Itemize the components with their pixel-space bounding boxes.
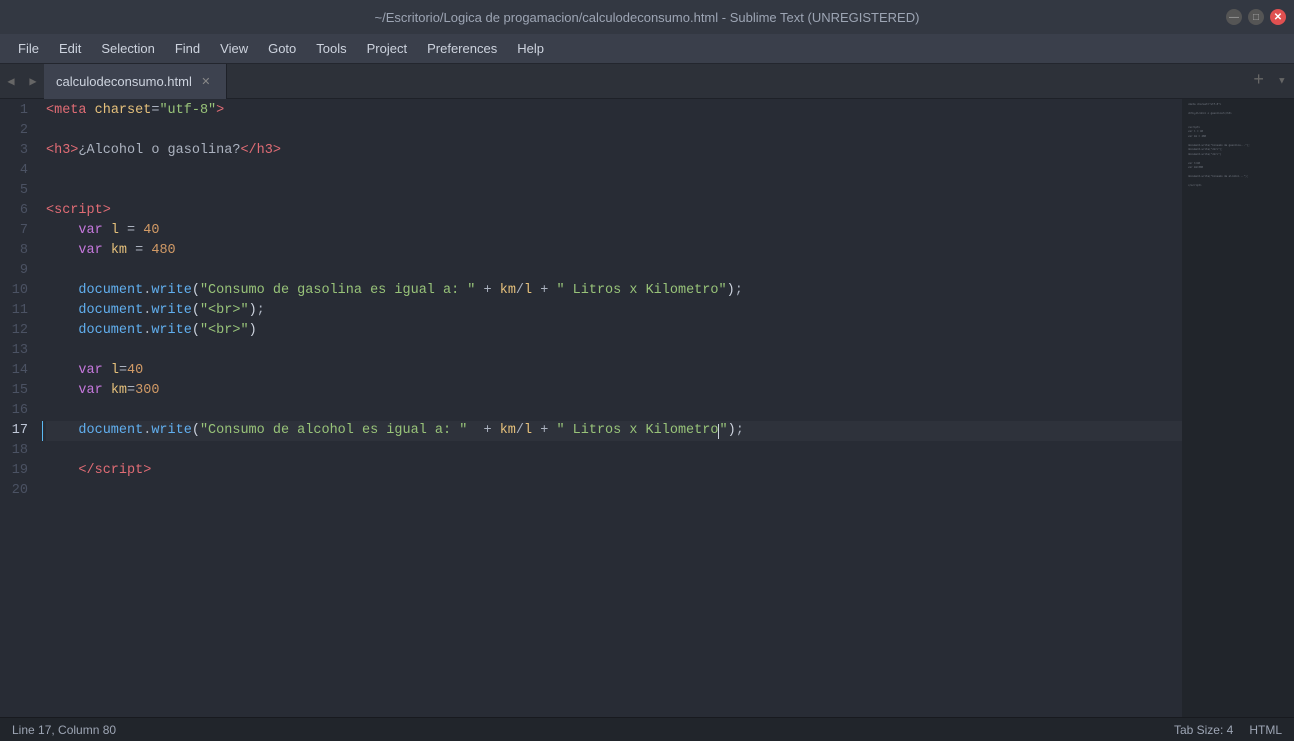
menu-help[interactable]: Help: [507, 37, 554, 60]
tab-size: Tab Size: 4: [1174, 723, 1233, 737]
code-line-16: [46, 401, 1182, 421]
mini-line-1: <meta charset="utf-8">: [1188, 103, 1276, 107]
code-line-13: [46, 341, 1182, 361]
line-num-12: 12: [10, 321, 28, 341]
mini-line-12: document.write("<br>"): [1188, 153, 1276, 157]
code-line-7: var l = 40: [46, 221, 1182, 241]
menu-edit[interactable]: Edit: [49, 37, 91, 60]
line-num-11: 11: [10, 301, 28, 321]
title-bar: ~/Escritorio/Logica de progamacion/calcu…: [0, 0, 1294, 34]
code-line-9: [46, 261, 1182, 281]
maximize-button[interactable]: □: [1248, 9, 1264, 25]
tab-close-icon[interactable]: ✕: [198, 73, 214, 89]
code-line-6: <script>: [46, 201, 1182, 221]
minimap: <meta charset="utf-8"> <h3>¿Alcohol o ga…: [1182, 99, 1282, 717]
mini-line-3: <h3>¿Alcohol o gasolina?</h3>: [1188, 112, 1276, 116]
mini-line-18: [1188, 180, 1276, 184]
tab-calculodeconsumo[interactable]: calculodeconsumo.html ✕: [44, 64, 227, 99]
mini-line-6: <script>: [1188, 126, 1276, 130]
code-area[interactable]: <meta charset="utf-8"> <h3>¿Alcohol o ga…: [42, 99, 1182, 717]
window-controls: — □ ✕: [1226, 9, 1286, 25]
code-line-4: [46, 161, 1182, 181]
code-line-19: </script>: [46, 461, 1182, 481]
mini-line-16: [1188, 171, 1276, 175]
tab-nav-left[interactable]: ◀: [0, 64, 22, 99]
window-title: ~/Escritorio/Logica de progamacion/calcu…: [375, 10, 920, 25]
code-line-20: [46, 481, 1182, 501]
mini-line-9: [1188, 139, 1276, 143]
active-line-indicator: [42, 421, 43, 441]
code-line-14: var l=40: [46, 361, 1182, 381]
mini-line-15: var km=300: [1188, 166, 1276, 170]
code-line-11: document.write("<br>");: [46, 301, 1182, 321]
minimize-button[interactable]: —: [1226, 9, 1242, 25]
cursor-position: Line 17, Column 80: [12, 723, 116, 737]
close-button[interactable]: ✕: [1270, 9, 1286, 25]
mini-line-4: [1188, 117, 1276, 121]
line-num-20: 20: [10, 481, 28, 501]
code-line-3: <h3>¿Alcohol o gasolina?</h3>: [46, 141, 1182, 161]
line-numbers: 1 2 3 4 5 6 7 8 9 10 11 12 13 14 15 16 1…: [0, 99, 42, 717]
mini-line-17: document.write("Consumo de alcohol...");: [1188, 175, 1276, 179]
status-right: Tab Size: 4 HTML: [1174, 723, 1282, 737]
tab-bar: ◀ ▶ calculodeconsumo.html ✕ + ▾: [0, 64, 1294, 99]
minimap-content: <meta charset="utf-8"> <h3>¿Alcohol o ga…: [1182, 99, 1282, 197]
line-num-19: 19: [10, 461, 28, 481]
line-num-18: 18: [10, 441, 28, 461]
mini-line-14: var l=40: [1188, 162, 1276, 166]
line-num-10: 10: [10, 281, 28, 301]
line-num-17: 17: [10, 421, 28, 441]
editor: 1 2 3 4 5 6 7 8 9 10 11 12 13 14 15 16 1…: [0, 99, 1294, 717]
line-num-15: 15: [10, 381, 28, 401]
line-num-6: 6: [10, 201, 28, 221]
line-num-14: 14: [10, 361, 28, 381]
line-num-5: 5: [10, 181, 28, 201]
line-num-8: 8: [10, 241, 28, 261]
line-num-1: 1: [10, 101, 28, 121]
mini-line-2: [1188, 108, 1276, 112]
code-line-18: [46, 441, 1182, 461]
line-num-13: 13: [10, 341, 28, 361]
tab-nav-right[interactable]: ▶: [22, 64, 44, 99]
line-num-2: 2: [10, 121, 28, 141]
menu-bar: File Edit Selection Find View Goto Tools…: [0, 34, 1294, 64]
line-num-16: 16: [10, 401, 28, 421]
mini-line-7: var l = 40: [1188, 130, 1276, 134]
code-line-10: document.write("Consumo de gasolina es i…: [46, 281, 1182, 301]
tab-label: calculodeconsumo.html: [56, 74, 192, 89]
menu-find[interactable]: Find: [165, 37, 210, 60]
menu-project[interactable]: Project: [357, 37, 417, 60]
scrollbar[interactable]: [1282, 99, 1294, 717]
menu-selection[interactable]: Selection: [91, 37, 164, 60]
mini-line-13: [1188, 157, 1276, 161]
menu-view[interactable]: View: [210, 37, 258, 60]
line-num-7: 7: [10, 221, 28, 241]
menu-tools[interactable]: Tools: [306, 37, 356, 60]
line-num-9: 9: [10, 261, 28, 281]
mini-line-20: [1188, 189, 1276, 193]
code-line-8: var km = 480: [46, 241, 1182, 261]
mini-line-5: [1188, 121, 1276, 125]
mini-line-8: var km = 480: [1188, 135, 1276, 139]
mini-line-10: document.write("Consumo de gasolina...")…: [1188, 144, 1276, 148]
code-line-17: document.write("Consumo de alcohol es ig…: [46, 421, 1182, 441]
tab-layout-button[interactable]: ▾: [1278, 73, 1286, 90]
mini-line-11: document.write("<br>");: [1188, 148, 1276, 152]
code-line-2: [46, 121, 1182, 141]
menu-preferences[interactable]: Preferences: [417, 37, 507, 60]
code-line-1: <meta charset="utf-8">: [46, 101, 1182, 121]
mini-line-19: </script>: [1188, 184, 1276, 188]
tab-add-button[interactable]: +: [1253, 71, 1264, 91]
syntax-label: HTML: [1249, 723, 1282, 737]
code-line-5: [46, 181, 1182, 201]
menu-file[interactable]: File: [8, 37, 49, 60]
line-num-4: 4: [10, 161, 28, 181]
status-bar: Line 17, Column 80 Tab Size: 4 HTML: [0, 717, 1294, 741]
menu-goto[interactable]: Goto: [258, 37, 306, 60]
status-left: Line 17, Column 80: [12, 723, 116, 737]
code-line-12: document.write("<br>"): [46, 321, 1182, 341]
line-num-3: 3: [10, 141, 28, 161]
code-line-15: var km=300: [46, 381, 1182, 401]
